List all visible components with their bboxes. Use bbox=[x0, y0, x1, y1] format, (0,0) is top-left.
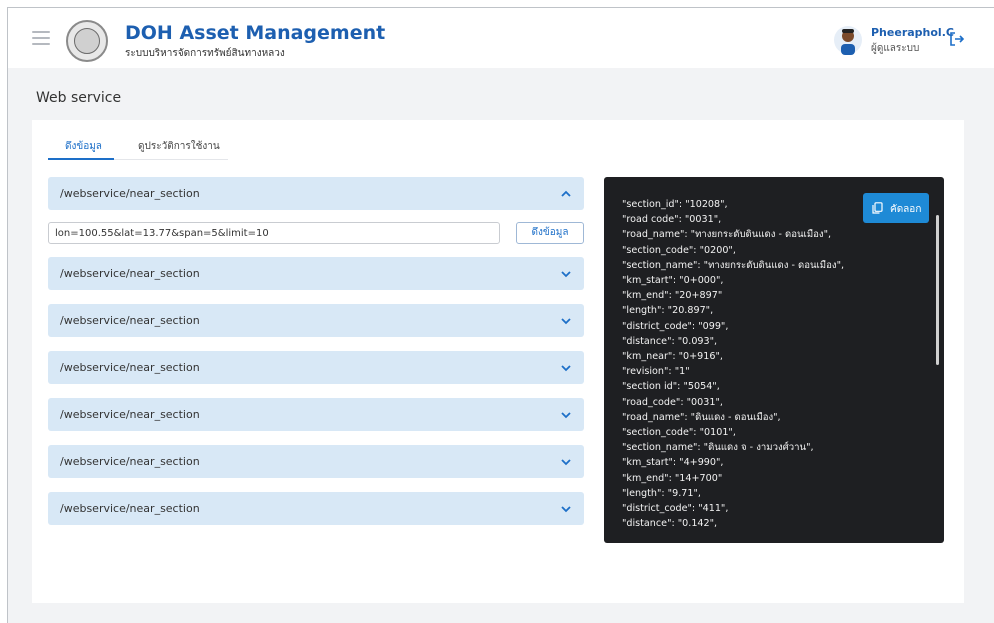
accordion-label: /webservice/near_section bbox=[60, 361, 200, 374]
webservice-card: ดึงข้อมูล ดูประวัติการใช้งาน /webservice… bbox=[32, 120, 964, 603]
app-frame: DOH Asset Management ระบบบริหารจัดการทรั… bbox=[7, 7, 994, 623]
json-result-text: "section_id": "10208", "road code": "003… bbox=[622, 199, 845, 530]
chevron-down-icon[interactable] bbox=[560, 456, 572, 468]
query-params-input[interactable] bbox=[48, 222, 500, 244]
app-title: DOH Asset Management bbox=[125, 22, 386, 44]
accordion-item-5[interactable]: /webservice/near_section bbox=[48, 398, 584, 431]
accordion-item-3[interactable]: /webservice/near_section bbox=[48, 304, 584, 337]
active-tab-indicator bbox=[48, 158, 114, 160]
copy-button-label: คัดลอก bbox=[890, 204, 922, 215]
user-avatar[interactable] bbox=[834, 25, 862, 55]
accordion-label: /webservice/near_section bbox=[60, 502, 200, 515]
tab-fetch-data[interactable]: ดึงข้อมูล bbox=[65, 139, 102, 154]
accordion-item-6[interactable]: /webservice/near_section bbox=[48, 445, 584, 478]
accordion-label: /webservice/near_section bbox=[60, 408, 200, 421]
chevron-up-icon[interactable] bbox=[560, 188, 572, 200]
chevron-down-icon[interactable] bbox=[560, 503, 572, 515]
tab-usage-history[interactable]: ดูประวัติการใช้งาน bbox=[138, 139, 220, 154]
hamburger-menu-icon[interactable] bbox=[32, 31, 50, 45]
accordion-label: /webservice/near_section bbox=[60, 314, 200, 327]
accordion-label: /webservice/near_section bbox=[60, 455, 200, 468]
copy-button[interactable]: คัดลอก bbox=[863, 193, 929, 223]
user-name: Pheeraphol.C bbox=[871, 26, 954, 39]
tab-bar: ดึงข้อมูล ดูประวัติการใช้งาน bbox=[48, 136, 228, 160]
accordion-item-4[interactable]: /webservice/near_section bbox=[48, 351, 584, 384]
chevron-down-icon[interactable] bbox=[560, 362, 572, 374]
app-subtitle: ระบบบริหารจัดการทรัพย์สินทางหลวง bbox=[125, 48, 285, 59]
page-title: Web service bbox=[36, 90, 122, 106]
logout-icon[interactable] bbox=[949, 31, 965, 47]
accordion-item-7[interactable]: /webservice/near_section bbox=[48, 492, 584, 525]
accordion-label: /webservice/near_section bbox=[60, 187, 200, 200]
json-result-panel[interactable]: "section_id": "10208", "road code": "003… bbox=[604, 177, 944, 543]
accordion-label: /webservice/near_section bbox=[60, 267, 200, 280]
user-role: ผู้ดูแลระบบ bbox=[871, 43, 920, 54]
chevron-down-icon[interactable] bbox=[560, 268, 572, 280]
fetch-data-button[interactable]: ดึงข้อมูล bbox=[516, 222, 584, 244]
copy-icon bbox=[872, 202, 883, 214]
accordion-item-2[interactable]: /webservice/near_section bbox=[48, 257, 584, 290]
accordion-item-1[interactable]: /webservice/near_section bbox=[48, 177, 584, 210]
top-header: DOH Asset Management ระบบบริหารจัดการทรั… bbox=[8, 8, 994, 68]
department-logo bbox=[66, 20, 108, 62]
chevron-down-icon[interactable] bbox=[560, 409, 572, 421]
chevron-down-icon[interactable] bbox=[560, 315, 572, 327]
result-scrollbar[interactable] bbox=[936, 215, 939, 365]
